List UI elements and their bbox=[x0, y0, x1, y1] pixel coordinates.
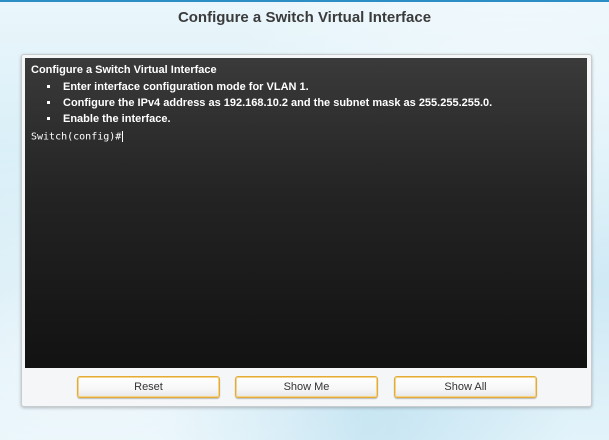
bullet-icon bbox=[47, 117, 50, 120]
command-line[interactable]: Switch(config)# bbox=[31, 131, 124, 143]
task-item: Configure the IPv4 address as 192.168.10… bbox=[47, 95, 492, 111]
bullet-icon bbox=[47, 85, 50, 88]
task-list: Enter interface configuration mode for V… bbox=[47, 79, 492, 127]
terminal-heading: Configure a Switch Virtual Interface bbox=[31, 64, 217, 76]
activity-panel: Configure a Switch Virtual Interface Ent… bbox=[21, 54, 592, 407]
page-title: Configure a Switch Virtual Interface bbox=[177, 9, 432, 26]
task-item: Enter interface configuration mode for V… bbox=[47, 79, 492, 95]
reset-button[interactable]: Reset bbox=[77, 376, 220, 398]
button-bar: Reset Show Me Show All bbox=[22, 376, 591, 398]
task-text: Enter interface configuration mode for V… bbox=[63, 81, 309, 93]
bullet-icon bbox=[47, 101, 50, 104]
text-cursor bbox=[122, 131, 124, 142]
task-item: Enable the interface. bbox=[47, 111, 492, 127]
task-text: Configure the IPv4 address as 192.168.10… bbox=[63, 97, 493, 109]
cli-prompt: Switch(config)# bbox=[31, 131, 122, 143]
terminal-window[interactable]: Configure a Switch Virtual Interface Ent… bbox=[25, 58, 587, 368]
top-rule bbox=[0, 0, 609, 2]
show-me-button[interactable]: Show Me bbox=[235, 376, 378, 398]
show-all-button[interactable]: Show All bbox=[394, 376, 537, 398]
task-text: Enable the interface. bbox=[63, 113, 171, 125]
